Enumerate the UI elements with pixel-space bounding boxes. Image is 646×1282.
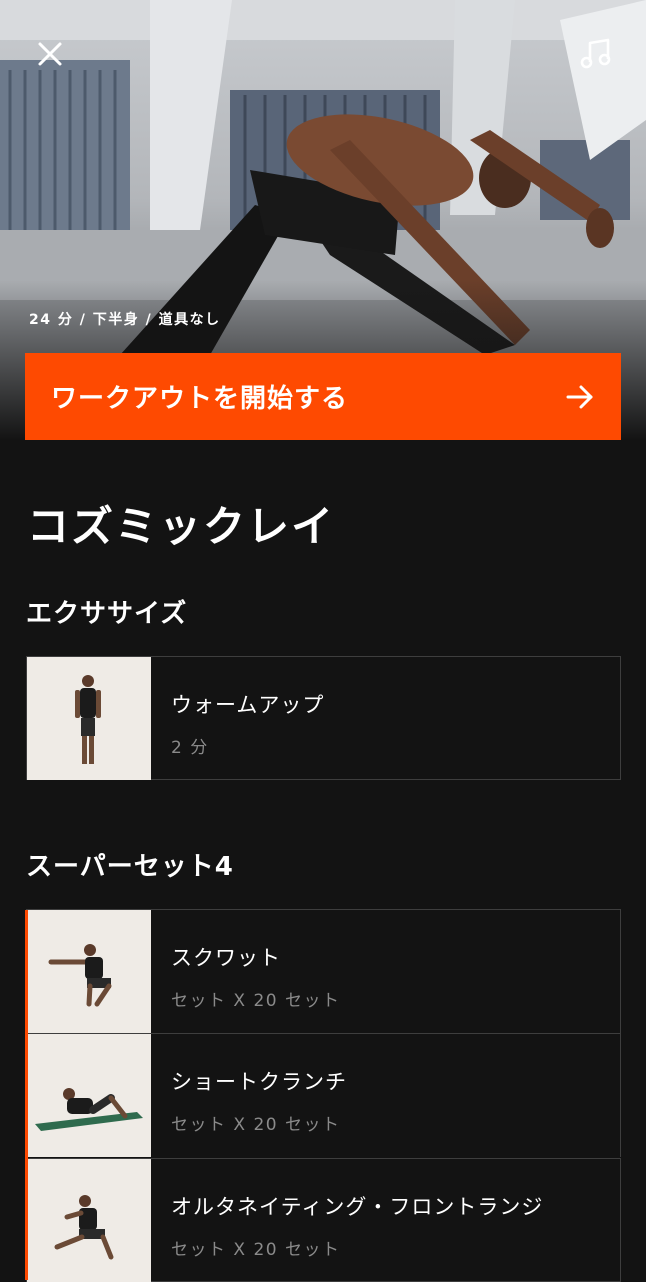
workout-title: コズミックレイ	[27, 502, 336, 551]
arrow-right-icon	[566, 385, 593, 408]
start-workout-button[interactable]: ワークアウトを開始する	[25, 353, 621, 440]
workout-meta: 24 分 / 下半身 / 道具なし	[29, 312, 221, 328]
superset-indicator-bar	[25, 910, 28, 1280]
music-button[interactable]	[570, 28, 622, 80]
exercise-name: スクワット	[171, 946, 281, 970]
exercise-name: ウォームアップ	[171, 693, 325, 717]
exercise-detail: 2 分	[171, 738, 209, 758]
music-note-icon	[580, 38, 611, 69]
exercise-name: オルタネイティング・フロントランジ	[171, 1195, 544, 1219]
exercise-thumbnail	[27, 1034, 151, 1157]
section-title-exercises: エクササイズ	[26, 599, 188, 629]
close-icon	[38, 42, 62, 66]
close-button[interactable]	[24, 28, 76, 80]
start-workout-label: ワークアウトを開始する	[51, 384, 349, 414]
exercise-thumbnail	[27, 657, 151, 780]
exercise-card-warmup[interactable]: ウォームアップ 2 分	[26, 656, 621, 780]
exercise-name: ショートクランチ	[171, 1070, 347, 1094]
exercise-thumbnail	[27, 910, 151, 1033]
exercise-card-squat[interactable]: スクワット セット X 20 セット	[26, 909, 621, 1033]
exercise-card-lunge[interactable]: オルタネイティング・フロントランジ セット X 20 セット	[26, 1158, 621, 1282]
exercise-thumbnail	[27, 1159, 151, 1282]
exercise-detail: セット X 20 セット	[171, 1115, 341, 1135]
exercise-detail: セット X 20 セット	[171, 991, 341, 1011]
exercise-detail: セット X 20 セット	[171, 1240, 341, 1260]
exercise-card-crunch[interactable]: ショートクランチ セット X 20 セット	[26, 1033, 621, 1157]
section-title-superset: スーパーセット4	[26, 852, 234, 882]
